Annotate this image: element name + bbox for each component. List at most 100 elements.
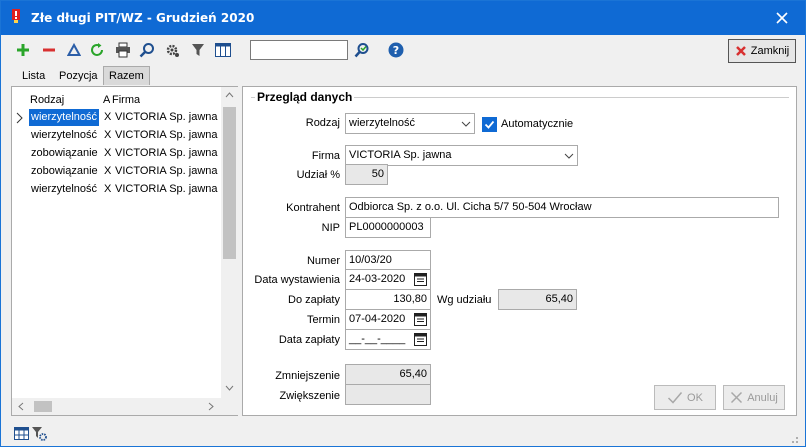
tab-pozycja[interactable]: Pozycja xyxy=(59,68,98,85)
current-row-icon xyxy=(16,112,23,124)
firma-label: Firma xyxy=(311,150,340,162)
vertical-scrollbar[interactable] xyxy=(221,87,238,399)
cell-rodzaj: zobowiązanie xyxy=(31,147,98,159)
grid-view-button[interactable] xyxy=(11,423,31,443)
cell-firma: VICTORIA Sp. jawna xyxy=(115,183,218,195)
column-header-firma[interactable]: Firma xyxy=(112,94,140,106)
termin-field[interactable]: 07-04-2020 xyxy=(345,309,431,330)
table-row[interactable]: wierzytelność X VICTORIA Sp. jawna xyxy=(12,127,222,145)
status-bar xyxy=(1,420,805,446)
scroll-right-icon xyxy=(208,402,214,411)
delete-button[interactable] xyxy=(39,40,59,60)
automatycznie-checkbox[interactable] xyxy=(482,117,497,132)
table-row[interactable]: zobowiązanie X VICTORIA Sp. jawna xyxy=(12,163,222,181)
red-x-icon xyxy=(735,46,746,56)
scroll-down-icon xyxy=(225,385,234,391)
search-go-icon xyxy=(354,43,369,58)
search-go-button[interactable] xyxy=(352,40,372,60)
app-icon xyxy=(12,9,20,23)
calendar-icon[interactable] xyxy=(414,313,427,326)
table-icon xyxy=(13,426,29,440)
checkmark-icon xyxy=(484,120,495,129)
cell-firma: VICTORIA Sp. jawna xyxy=(115,129,218,141)
records-grid: Rodzaj A Firma wierzytelność X VICTORIA … xyxy=(11,86,238,416)
columns-button[interactable] xyxy=(213,40,233,60)
calendar-icon[interactable] xyxy=(414,333,427,346)
resize-grip-icon[interactable] xyxy=(789,434,799,444)
close-icon xyxy=(776,12,788,24)
do-zaplaty-field[interactable]: 130,80 xyxy=(345,289,431,310)
vertical-scroll-thumb[interactable] xyxy=(223,107,236,259)
anuluj-label: Anuluj xyxy=(747,391,778,404)
firma-select[interactable]: VICTORIA Sp. jawna xyxy=(345,145,578,166)
column-header-rodzaj[interactable]: Rodzaj xyxy=(30,94,64,106)
anuluj-button[interactable]: Anuluj xyxy=(723,385,785,410)
nip-field[interactable]: PL0000000003 xyxy=(345,217,431,238)
zwiekszenie-label: Zwiększenie xyxy=(279,390,340,402)
ok-label: OK xyxy=(687,391,703,404)
settings-button[interactable] xyxy=(162,40,182,60)
chevron-down-icon xyxy=(564,153,574,159)
table-row[interactable]: wierzytelność X VICTORIA Sp. jawna xyxy=(12,181,222,199)
data-zaplaty-value: __-__-____ xyxy=(349,333,406,345)
udzial-label: Udział % xyxy=(296,169,340,181)
rodzaj-value: wierzytelność xyxy=(349,117,416,129)
tab-lista[interactable]: Lista xyxy=(22,68,45,85)
printer-icon xyxy=(116,42,130,58)
udzial-field: 50 xyxy=(345,164,388,185)
check-icon xyxy=(668,392,683,404)
zamknij-button[interactable]: Zamknij xyxy=(728,39,796,63)
cell-rodzaj: wierzytelność xyxy=(29,109,99,126)
tab-razem[interactable]: Razem xyxy=(103,66,150,85)
wg-udzialu-field: 65,40 xyxy=(498,289,577,310)
numer-field[interactable]: 10/03/20 xyxy=(345,250,431,271)
add-button[interactable] xyxy=(13,40,33,60)
filter-gear-icon xyxy=(32,426,47,441)
cell-firma: VICTORIA Sp. jawna xyxy=(115,147,218,159)
horizontal-scrollbar[interactable] xyxy=(12,398,238,415)
firma-value: VICTORIA Sp. jawna xyxy=(349,149,452,161)
filter-button[interactable] xyxy=(188,40,208,60)
gear-icon xyxy=(166,44,179,57)
group-title: Przegląd danych xyxy=(255,90,355,104)
cell-a: X xyxy=(104,147,112,159)
cell-rodzaj: wierzytelność xyxy=(31,183,98,195)
edit-button[interactable] xyxy=(64,40,84,60)
table-row[interactable]: wierzytelność X VICTORIA Sp. jawna xyxy=(12,109,222,127)
numer-label: Numer xyxy=(306,255,340,267)
search-input[interactable] xyxy=(250,40,348,60)
grid-header: Rodzaj A Firma xyxy=(12,92,222,108)
close-window-button[interactable] xyxy=(759,1,805,35)
ok-button[interactable]: OK xyxy=(654,385,716,410)
help-button[interactable]: ? xyxy=(386,40,406,60)
search-icon xyxy=(139,43,154,58)
chevron-down-icon xyxy=(461,121,471,127)
dialog-window: Złe długi PIT/WZ - Grudzień 2020 ? Zamkn… xyxy=(0,0,806,447)
scroll-left-icon xyxy=(18,402,24,411)
zmniejszenie-label: Zmniejszenie xyxy=(275,370,340,382)
cell-a: X xyxy=(104,183,112,195)
wg-udzialu-label: Wg udziału xyxy=(437,294,492,306)
print-button[interactable] xyxy=(113,40,133,60)
help-icon: ? xyxy=(388,42,404,58)
kontrahent-field[interactable]: Odbiorca Sp. z o.o. Ul. Cicha 5/7 50-504… xyxy=(345,197,779,218)
find-button[interactable] xyxy=(137,40,157,60)
refresh-icon xyxy=(91,43,103,56)
calendar-icon[interactable] xyxy=(414,273,427,286)
data-wystawienia-field[interactable]: 24-03-2020 xyxy=(345,269,431,290)
data-zaplaty-field[interactable]: __-__-____ xyxy=(345,329,431,350)
x-icon xyxy=(731,391,743,404)
column-header-a[interactable]: A xyxy=(103,94,110,106)
termin-value: 07-04-2020 xyxy=(349,313,406,325)
cell-a: X xyxy=(104,111,112,123)
details-panel: Przegląd danych Rodzaj wierzytelność Aut… xyxy=(242,86,797,416)
table-row[interactable]: zobowiązanie X VICTORIA Sp. jawna xyxy=(12,145,222,163)
termin-label: Termin xyxy=(306,314,340,326)
scroll-up-icon xyxy=(225,92,234,98)
rodzaj-select[interactable]: wierzytelność xyxy=(345,113,475,134)
zmniejszenie-field: 65,40 xyxy=(345,364,431,385)
refresh-button[interactable] xyxy=(87,40,107,60)
horizontal-scroll-thumb[interactable] xyxy=(34,401,52,412)
filter-settings-button[interactable] xyxy=(29,423,49,443)
cell-a: X xyxy=(104,165,112,177)
